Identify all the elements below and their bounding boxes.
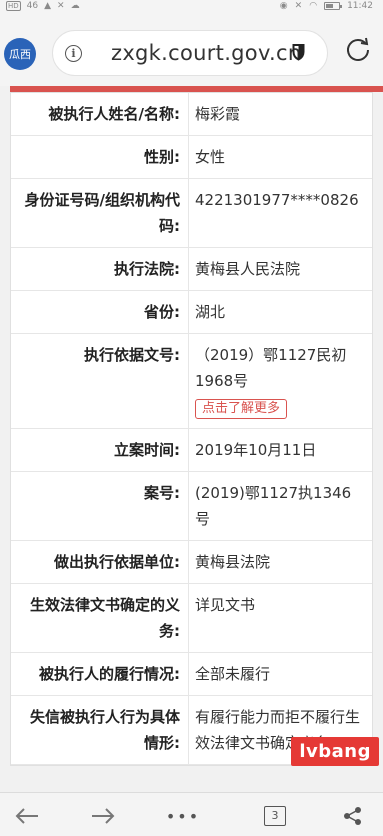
field-value: (2019)鄂1127执1346号: [195, 484, 352, 528]
record-table: 被执行人姓名/名称: 梅彩霞 性别: 女性 身份证号码/组织机构代码: 4221…: [10, 92, 373, 766]
field-label: 生效法律文书确定的义务:: [11, 584, 189, 652]
menu-button[interactable]: •••: [165, 803, 201, 829]
mute-icon: ✕: [294, 1, 303, 11]
refresh-icon[interactable]: [344, 36, 372, 64]
tabs-button[interactable]: 3: [260, 803, 290, 829]
info-icon[interactable]: i: [65, 45, 82, 62]
table-row: 省份: 湖北: [11, 291, 372, 334]
shield-icon[interactable]: [292, 43, 305, 61]
battery-icon: [324, 2, 343, 10]
field-value: 2019年10月11日: [195, 441, 317, 459]
status-right: ◉ ✕ ◠ 11:42: [280, 1, 373, 11]
field-label: 省份:: [11, 291, 189, 333]
status-left: HD 46 ▲ ✕ ☁: [6, 1, 80, 11]
status-bar: HD 46 ▲ ✕ ☁ ◉ ✕ ◠ 11:42: [0, 0, 383, 14]
clock: 11:42: [347, 1, 373, 11]
wifi-off-icon: ✕: [57, 1, 65, 11]
signal-label: 46: [26, 1, 39, 11]
field-label: 做出执行依据单位:: [11, 541, 189, 583]
browser-bottom-bar: ••• 3: [0, 792, 383, 836]
eye-icon: ◉: [279, 1, 288, 11]
field-value: （2019）鄂1127民初1968号: [195, 346, 347, 390]
back-button[interactable]: [12, 803, 42, 829]
table-row: 执行依据文号: （2019）鄂1127民初1968号 点击了解更多: [11, 334, 372, 429]
field-label: 失信被执行人行为具体情形:: [11, 696, 189, 764]
field-label: 被执行人姓名/名称:: [11, 93, 189, 135]
battery-fill: [326, 4, 334, 8]
field-label: 被执行人的履行情况:: [11, 653, 189, 695]
table-row: 做出执行依据单位: 黄梅县法院: [11, 541, 372, 584]
browser-toolbar: 瓜西 i zxgk.court.gov.cn: [0, 14, 383, 86]
field-value: 湖北: [195, 303, 226, 321]
learn-more-link[interactable]: 点击了解更多: [195, 399, 288, 419]
field-value: 黄梅县法院: [195, 553, 271, 571]
wifi-icon: ◠: [309, 1, 318, 11]
field-label: 立案时间:: [11, 429, 189, 471]
table-row: 身份证号码/组织机构代码: 4221301977****0826: [11, 179, 372, 248]
field-label: 执行依据文号:: [11, 334, 189, 428]
site-badge[interactable]: 瓜西: [4, 38, 36, 70]
url-text[interactable]: zxgk.court.gov.cn: [111, 41, 311, 65]
more-dots-icon: •••: [165, 806, 201, 826]
field-value: 女性: [195, 148, 226, 166]
field-label: 身份证号码/组织机构代码:: [11, 179, 189, 247]
table-row: 生效法律文书确定的义务: 详见文书: [11, 584, 372, 653]
field-label: 执行法院:: [11, 248, 189, 290]
table-row: 被执行人的履行情况: 全部未履行: [11, 653, 372, 696]
share-icon: [344, 807, 361, 825]
field-value: 4221301977****0826: [195, 191, 359, 209]
table-row: 被执行人姓名/名称: 梅彩霞: [11, 93, 372, 136]
field-value-block: （2019）鄂1127民初1968号 点击了解更多: [189, 334, 372, 428]
table-row: 案号: (2019)鄂1127执1346号: [11, 472, 372, 541]
share-button[interactable]: [338, 803, 368, 829]
watermark-logo: lvbang: [291, 737, 379, 766]
page-content: 被执行人姓名/名称: 梅彩霞 性别: 女性 身份证号码/组织机构代码: 4221…: [0, 86, 383, 792]
table-row: 执行法院: 黄梅县人民法院: [11, 248, 372, 291]
forward-button[interactable]: [88, 803, 118, 829]
tabs-icon: 3: [264, 806, 286, 826]
field-value: 梅彩霞: [195, 105, 241, 123]
hd-badge: HD: [6, 1, 21, 11]
notification-icon: ☁: [70, 1, 80, 11]
tab-count: 3: [271, 809, 279, 822]
arrow-right-icon: [92, 808, 115, 824]
field-value: 全部未履行: [195, 665, 271, 683]
field-label: 性别:: [11, 136, 189, 178]
field-value: 详见文书: [195, 596, 256, 614]
address-bar[interactable]: i zxgk.court.gov.cn: [52, 30, 328, 76]
field-label: 案号:: [11, 472, 189, 540]
table-row: 性别: 女性: [11, 136, 372, 179]
arrow-left-icon: [15, 808, 38, 824]
table-row: 立案时间: 2019年10月11日: [11, 429, 372, 472]
signal-icon: ▲: [44, 1, 52, 11]
field-value: 黄梅县人民法院: [195, 260, 301, 278]
